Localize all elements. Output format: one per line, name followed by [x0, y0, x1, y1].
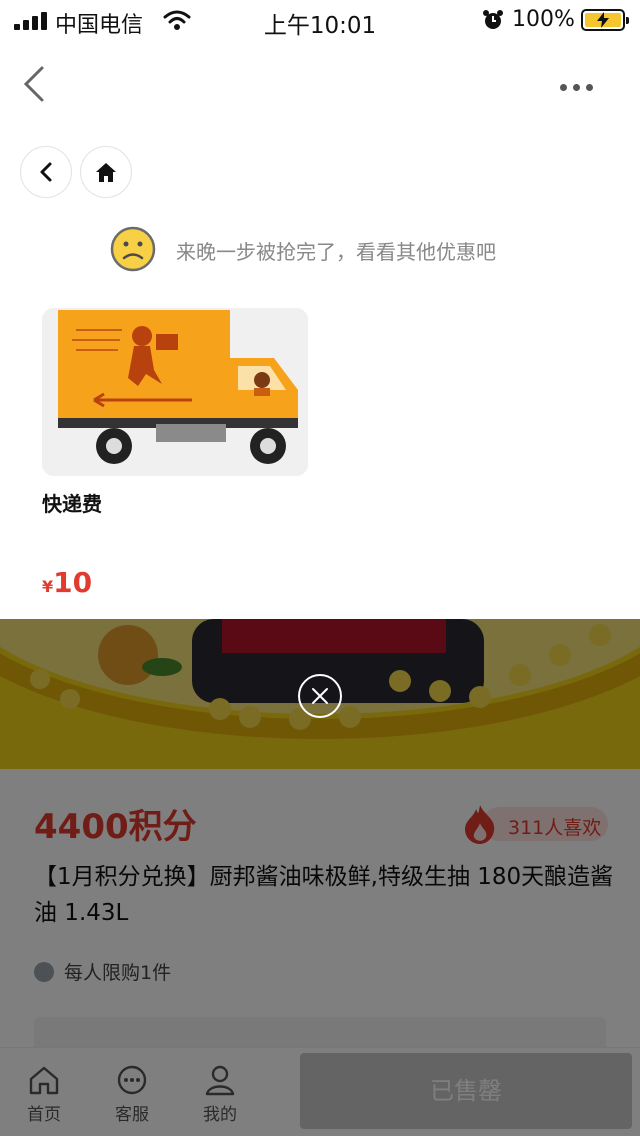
- back-icon[interactable]: [18, 64, 50, 104]
- coupon-name: 快递费: [42, 492, 102, 516]
- popup-home-button[interactable]: [80, 146, 132, 198]
- coupon-popup: 来晚一步被抢完了，看看其他优惠吧 快递费 ¥10: [0, 128, 640, 619]
- close-icon: [312, 688, 328, 704]
- popup-back-button[interactable]: [20, 146, 72, 198]
- currency-symbol: ¥: [42, 577, 54, 596]
- home-icon: [96, 163, 116, 182]
- battery-percentage: 100%: [512, 7, 575, 32]
- delivery-truck-icon: [42, 308, 308, 476]
- sad-face-icon: [110, 226, 156, 272]
- nav-bar: [0, 40, 640, 128]
- coupon-card[interactable]: [42, 308, 308, 476]
- notice-text: 来晚一步被抢完了，看看其他优惠吧: [176, 240, 496, 264]
- alarm-icon: [483, 10, 503, 29]
- close-button[interactable]: [298, 674, 342, 718]
- battery-icon: [581, 9, 629, 31]
- back-arrow-icon: [40, 162, 52, 182]
- coupon-price: ¥10: [42, 566, 92, 599]
- more-options-icon[interactable]: [560, 76, 600, 91]
- status-bar: 中国电信 上午10:01 100%: [0, 0, 640, 40]
- price-value: 10: [53, 566, 93, 599]
